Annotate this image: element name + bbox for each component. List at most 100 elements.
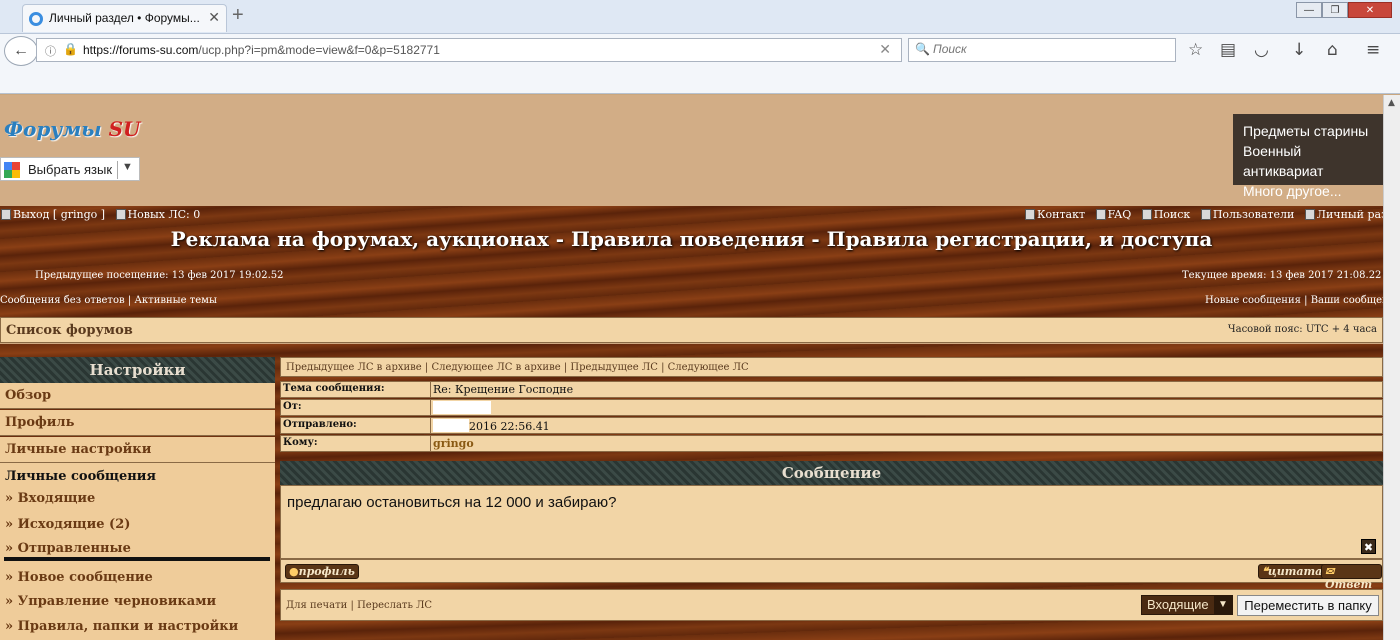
sidebar-item-sent[interactable]: » Отправленные (5, 541, 131, 556)
pm-recipient-link[interactable]: gringo (433, 437, 474, 450)
forum-index-link[interactable]: Список форумов (6, 323, 133, 338)
sidebar-item-inbox[interactable]: » Входящие (5, 491, 95, 506)
quote-button[interactable]: ❝цитата (1258, 564, 1327, 579)
new-pm-link[interactable]: Новых ЛС: 0 (115, 208, 200, 221)
page-scrollbar[interactable]: ▲ (1383, 95, 1400, 640)
message-body: предлагаю остановиться на 12 000 и забир… (280, 485, 1383, 559)
tab-title: Личный раздел • Форумы... (49, 11, 200, 25)
language-selector[interactable]: Выбрать язык ▼ (0, 157, 140, 181)
report-icon[interactable]: ✖ (1361, 539, 1376, 554)
sidebar-item-new-message[interactable]: » Новое сообщение (5, 570, 153, 585)
message-text: предлагаю остановиться на 12 000 и забир… (287, 494, 617, 511)
info-icon[interactable]: ⓘ (45, 43, 56, 59)
browser-search-bar[interactable]: 🔍 (908, 38, 1176, 62)
reply-icon: ✉ (1325, 565, 1335, 578)
reply-button[interactable]: ✉Ответ (1321, 564, 1382, 591)
url-clear-icon[interactable]: ✕ (879, 41, 891, 58)
site-favicon-icon (29, 12, 43, 26)
window-minimize-button[interactable]: — (1296, 2, 1322, 18)
window-close-button[interactable]: ✕ (1348, 2, 1392, 18)
search-link[interactable]: Поиск (1141, 208, 1190, 221)
browser-tab-bar: Личный раздел • Форумы... ✕ + — ❐ ✕ (0, 0, 1400, 34)
google-translate-icon (4, 162, 20, 178)
logout-icon (1, 209, 11, 220)
active-topics-link[interactable]: Активные темы (134, 295, 217, 306)
search-icon (1141, 209, 1152, 220)
site-header: Форумы SU Выбрать язык ▼ Предметы старин… (0, 95, 1383, 206)
unanswered-link[interactable]: Сообщения без ответов (0, 295, 125, 306)
prev-archived-pm-link[interactable]: Предыдущее ЛС в архиве (286, 362, 422, 373)
ucp-sidebar: Настройки Обзор Профиль Личные настройки… (0, 357, 275, 640)
to-row: Кому: gringo (280, 435, 1383, 452)
last-visit: Предыдущее посещение: 13 фев 2017 19:02.… (35, 270, 284, 281)
from-row: От: (280, 399, 1383, 416)
back-button[interactable]: ← (4, 36, 38, 66)
menu-icon[interactable]: ≡ (1366, 40, 1380, 60)
language-label: Выбрать язык (28, 162, 113, 177)
sidebar-item-preferences[interactable]: Личные настройки (0, 437, 275, 463)
pm-navigation: Предыдущее ЛС в архиве | Следующее ЛС в … (280, 357, 1383, 377)
url-bar[interactable]: ⓘ 🔒 https://forums-su.com/ucp.php?i=pm&m… (36, 38, 902, 62)
logout-link[interactable]: Выход [ gringo ] (1, 208, 105, 221)
contact-icon (1025, 209, 1035, 220)
next-archived-pm-link[interactable]: Следующее ЛС в архиве (431, 362, 560, 373)
dropdown-arrow-icon: ▼ (122, 161, 133, 173)
window-maximize-button[interactable]: ❐ (1322, 2, 1348, 18)
pocket-icon[interactable]: ◡ (1254, 40, 1269, 60)
ucp-icon (1304, 209, 1315, 220)
browser-tab[interactable]: Личный раздел • Форумы... ✕ (22, 4, 227, 32)
sidebar-item-rules-folders[interactable]: » Правила, папки и настройки (5, 619, 238, 634)
sidebar-item-profile[interactable]: Профиль (0, 410, 275, 436)
subject-row: Тема сообщения: Re: Крещение Господне (280, 381, 1383, 398)
page: Форумы SU Выбрать язык ▼ Предметы старин… (0, 95, 1400, 640)
sidebar-item-overview[interactable]: Обзор (0, 383, 275, 409)
contact-link[interactable]: Контакт (1025, 208, 1085, 221)
sidebar-item-drafts[interactable]: » Управление черновиками (5, 594, 216, 609)
download-icon[interactable]: ↓ (1292, 40, 1306, 60)
users-link[interactable]: Пользователи (1200, 208, 1294, 221)
new-tab-icon[interactable]: + (232, 4, 244, 27)
bookmark-star-icon[interactable]: ☆ (1188, 40, 1203, 60)
print-link[interactable]: Для печати (286, 600, 347, 611)
forward-pm-link[interactable]: Переслать ЛС (357, 600, 432, 611)
sidebar-pm-group: Личные сообщения » Входящие » Исходящие … (0, 463, 275, 640)
chevron-down-icon: ▼ (1214, 596, 1232, 614)
sidebar-title: Настройки (0, 357, 275, 383)
pm-bottom-bar: Для печати | Переслать ЛС Входящие ▼ Пер… (280, 589, 1383, 621)
search-icon: 🔍 (915, 42, 930, 56)
breadcrumb: Список форумов Часовой пояс: UTC + 4 час… (0, 317, 1383, 343)
lock-icon: 🔒 (63, 42, 78, 56)
new-posts-link[interactable]: Новые сообщения (1205, 295, 1301, 306)
browser-search-input[interactable] (933, 42, 1163, 56)
scroll-up-icon[interactable]: ▲ (1388, 98, 1395, 108)
timezone: Часовой пояс: UTC + 4 часа (1227, 324, 1377, 335)
reading-list-icon[interactable]: ▤ (1220, 40, 1236, 60)
pm-view: Предыдущее ЛС в архиве | Следующее ЛС в … (280, 357, 1383, 640)
folder-select[interactable]: Входящие ▼ (1141, 595, 1233, 615)
sidebar-pm-title[interactable]: Личные сообщения (5, 469, 156, 484)
pm-from (433, 401, 491, 415)
message-actions: ●профиль ❝цитата ✉Ответ (280, 559, 1383, 591)
sidebar-item-outbox[interactable]: » Исходящие (2) (5, 517, 130, 532)
tab-close-icon[interactable]: ✕ (208, 9, 220, 26)
move-to-folder-button[interactable]: Переместить в папку (1237, 595, 1379, 616)
users-icon (1200, 209, 1211, 220)
browser-nav-bar: ← ⓘ 🔒 https://forums-su.com/ucp.php?i=pm… (0, 34, 1400, 94)
profile-button[interactable]: ●профиль (285, 564, 359, 579)
url-text: https://forums-su.com/ucp.php?i=pm&mode=… (83, 43, 440, 57)
message-section-title: Сообщение (280, 461, 1383, 485)
ad-banner[interactable]: Предметы старины Военный антиквариат Мно… (1233, 114, 1383, 199)
home-icon[interactable]: ⌂ (1327, 40, 1338, 60)
profile-icon: ● (289, 565, 299, 578)
sent-row: Отправлено: 2016 22:56.41 (280, 417, 1383, 434)
pm-sent-date: 2016 22:56.41 (433, 419, 550, 433)
faq-link[interactable]: FAQ (1095, 208, 1131, 221)
pm-icon (115, 209, 126, 220)
board-title: Реклама на форумах, аукционах - Правила … (170, 227, 1213, 251)
forum-banner: Выход [ gringo ] Новых ЛС: 0 Контакт FAQ… (0, 206, 1400, 318)
prev-pm-link[interactable]: Предыдущее ЛС (570, 362, 658, 373)
faq-icon (1095, 209, 1106, 220)
site-logo[interactable]: Форумы SU (4, 117, 140, 141)
next-pm-link[interactable]: Следующее ЛС (668, 362, 749, 373)
current-time: Текущее время: 13 фев 2017 21:08.22 (1182, 270, 1382, 281)
